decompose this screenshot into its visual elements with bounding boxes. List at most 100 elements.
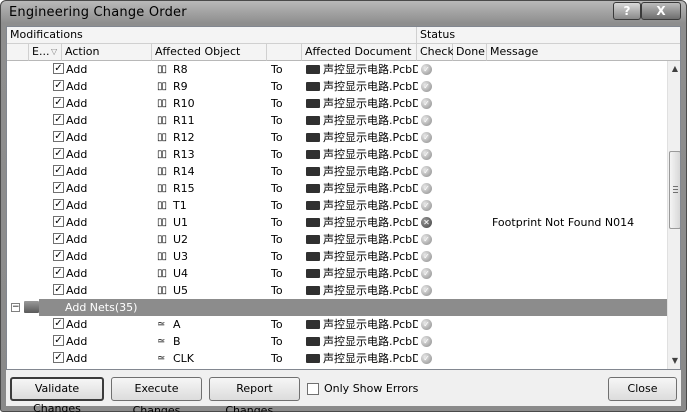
to-cell: To <box>271 199 283 212</box>
enable-checkbox[interactable]: ✓ <box>53 182 64 193</box>
report-changes-button[interactable]: Report Changes... <box>209 377 300 412</box>
component-icon: ▯▯ <box>157 251 167 262</box>
table-row[interactable]: ✓Add≃CTo声控显示电路.PcbDoc✓ <box>7 367 667 369</box>
check-ok-icon: ✓ <box>421 149 432 160</box>
status-group-header: Status <box>417 27 680 44</box>
column-header-check[interactable]: Check <box>417 44 454 61</box>
affected-document-cell: 声控显示电路.PcbDoc <box>323 335 418 348</box>
window-close-button[interactable]: X <box>641 2 681 20</box>
filter-icon[interactable]: ▽ <box>51 44 57 60</box>
table-row[interactable]: ✓Add▯▯R9To声控显示电路.PcbDoc✓ <box>7 78 667 95</box>
table-row[interactable]: ✓Add≃BTo声控显示电路.PcbDoc✓ <box>7 333 667 350</box>
check-ok-icon: ✓ <box>421 132 432 143</box>
enable-checkbox[interactable]: ✓ <box>53 284 64 295</box>
table-row[interactable]: ✓Add▯▯R13To声控显示电路.PcbDoc✓ <box>7 146 667 163</box>
enable-checkbox[interactable]: ✓ <box>53 352 64 363</box>
table-row[interactable]: ✓Add▯▯R15To声控显示电路.PcbDoc✓ <box>7 180 667 197</box>
enable-checkbox[interactable]: ✓ <box>53 216 64 227</box>
add-nets-group-row[interactable]: − Add Nets(35) <box>7 299 667 316</box>
to-cell: To <box>271 182 283 195</box>
component-icon: ▯▯ <box>157 285 167 296</box>
column-header-affected-document[interactable]: Affected Document <box>302 44 417 61</box>
pcb-document-icon <box>306 269 320 278</box>
table-row[interactable]: ✓Add▯▯R10To声控显示电路.PcbDoc✓ <box>7 95 667 112</box>
table-row[interactable]: ✓Add▯▯U2To声控显示电路.PcbDoc✓ <box>7 231 667 248</box>
column-header-affected-object[interactable]: Affected Object <box>152 44 267 61</box>
execute-changes-button[interactable]: Execute Changes <box>111 377 202 412</box>
column-header-message[interactable]: Message <box>487 44 680 61</box>
component-icon: ▯▯ <box>157 115 167 126</box>
enable-checkbox[interactable]: ✓ <box>53 267 64 278</box>
enable-checkbox[interactable]: ✓ <box>53 335 64 346</box>
affected-document-cell: 声控显示电路.PcbDoc <box>323 199 418 212</box>
folder-icon <box>24 301 39 313</box>
enable-checkbox[interactable]: ✓ <box>53 63 64 74</box>
check-ok-icon: ✓ <box>421 268 432 279</box>
enable-checkbox[interactable]: ✓ <box>53 165 64 176</box>
to-cell: To <box>271 216 283 229</box>
component-icon: ▯▯ <box>157 200 167 211</box>
action-cell: Add <box>66 267 88 280</box>
enable-checkbox[interactable]: ✓ <box>53 233 64 244</box>
scroll-down-arrow-icon[interactable]: ▼ <box>668 353 680 369</box>
net-icon: ≃ <box>157 336 165 347</box>
table-row[interactable]: ✓Add▯▯R14To声控显示电路.PcbDoc✓ <box>7 163 667 180</box>
table-row[interactable]: ✓Add▯▯R11To声控显示电路.PcbDoc✓ <box>7 112 667 129</box>
collapse-toggle-icon[interactable]: − <box>11 303 20 312</box>
affected-document-cell: 声控显示电路.PcbDoc <box>323 80 418 93</box>
table-row[interactable]: ✓Add▯▯U5To声控显示电路.PcbDoc✓ <box>7 282 667 299</box>
column-header-action[interactable]: Action <box>62 44 152 61</box>
help-button[interactable]: ? <box>613 2 641 20</box>
check-ok-icon: ✓ <box>421 166 432 177</box>
column-header-done[interactable]: Done <box>453 44 487 61</box>
column-header-to[interactable] <box>267 44 302 61</box>
grip-line <box>673 186 678 187</box>
grip-line <box>673 189 678 190</box>
table-row[interactable]: ✓Add▯▯T1To声控显示电路.PcbDoc✓ <box>7 197 667 214</box>
pcb-document-icon <box>306 201 320 210</box>
group-label: Add Nets(35) <box>65 301 138 314</box>
enable-checkbox[interactable]: ✓ <box>53 131 64 142</box>
scroll-thumb[interactable] <box>669 151 680 229</box>
action-cell: Add <box>66 318 88 331</box>
enable-checkbox[interactable]: ✓ <box>53 199 64 210</box>
pcb-document-icon <box>306 235 320 244</box>
to-cell: To <box>271 114 283 127</box>
pcb-document-icon <box>306 65 320 74</box>
to-cell: To <box>271 63 283 76</box>
enable-checkbox[interactable]: ✓ <box>53 114 64 125</box>
message-cell: Footprint Not Found N014 <box>492 216 635 229</box>
title-bar[interactable]: Engineering Change Order ? X <box>1 1 686 25</box>
vertical-scrollbar[interactable]: ▲ ▼ <box>667 61 680 369</box>
affected-object-cell: T1 <box>173 199 187 212</box>
action-cell: Add <box>66 335 88 348</box>
enable-checkbox[interactable]: ✓ <box>53 148 64 159</box>
pcb-document-icon <box>306 150 320 159</box>
affected-document-cell: 声控显示电路.PcbDoc <box>323 97 418 110</box>
table-row[interactable]: ✓Add ▯▯ U1 To 声控显示电路.PcbDoc✕ Footprint Not Fo… <box>7 214 667 231</box>
table-row[interactable]: ✓Add≃ATo声控显示电路.PcbDoc✓ <box>7 316 667 333</box>
enable-checkbox[interactable]: ✓ <box>53 97 64 108</box>
affected-document-cell: 声控显示电路.PcbDoc <box>323 182 418 195</box>
table-row[interactable]: ✓Add▯▯R8To声控显示电路.PcbDoc✓ <box>7 61 667 78</box>
scroll-up-arrow-icon[interactable]: ▲ <box>668 61 680 77</box>
check-ok-icon: ✓ <box>421 115 432 126</box>
only-show-errors-checkbox[interactable] <box>307 383 319 395</box>
action-cell: Add <box>66 284 88 297</box>
affected-document-cell: 声控显示电路.PcbDoc <box>323 216 418 229</box>
column-header-enable[interactable]: E... ▽ <box>29 44 62 61</box>
enable-checkbox[interactable]: ✓ <box>53 318 64 329</box>
action-cell: Add <box>66 250 88 263</box>
pcb-document-icon <box>306 320 320 329</box>
pcb-document-icon <box>306 252 320 261</box>
table-row[interactable]: ✓Add▯▯U3To声控显示电路.PcbDoc✓ <box>7 248 667 265</box>
table-row[interactable]: ✓Add≃CLKTo声控显示电路.PcbDoc✓ <box>7 350 667 367</box>
action-cell: Add <box>66 352 88 365</box>
validate-changes-button[interactable]: Validate Changes <box>10 377 104 412</box>
table-row[interactable]: ✓Add▯▯R12To声控显示电路.PcbDoc✓ <box>7 129 667 146</box>
window-title: Engineering Change Order <box>9 5 187 20</box>
enable-checkbox[interactable]: ✓ <box>53 250 64 261</box>
table-row[interactable]: ✓Add▯▯U4To声控显示电路.PcbDoc✓ <box>7 265 667 282</box>
enable-checkbox[interactable]: ✓ <box>53 80 64 91</box>
close-button[interactable]: Close <box>608 377 677 401</box>
